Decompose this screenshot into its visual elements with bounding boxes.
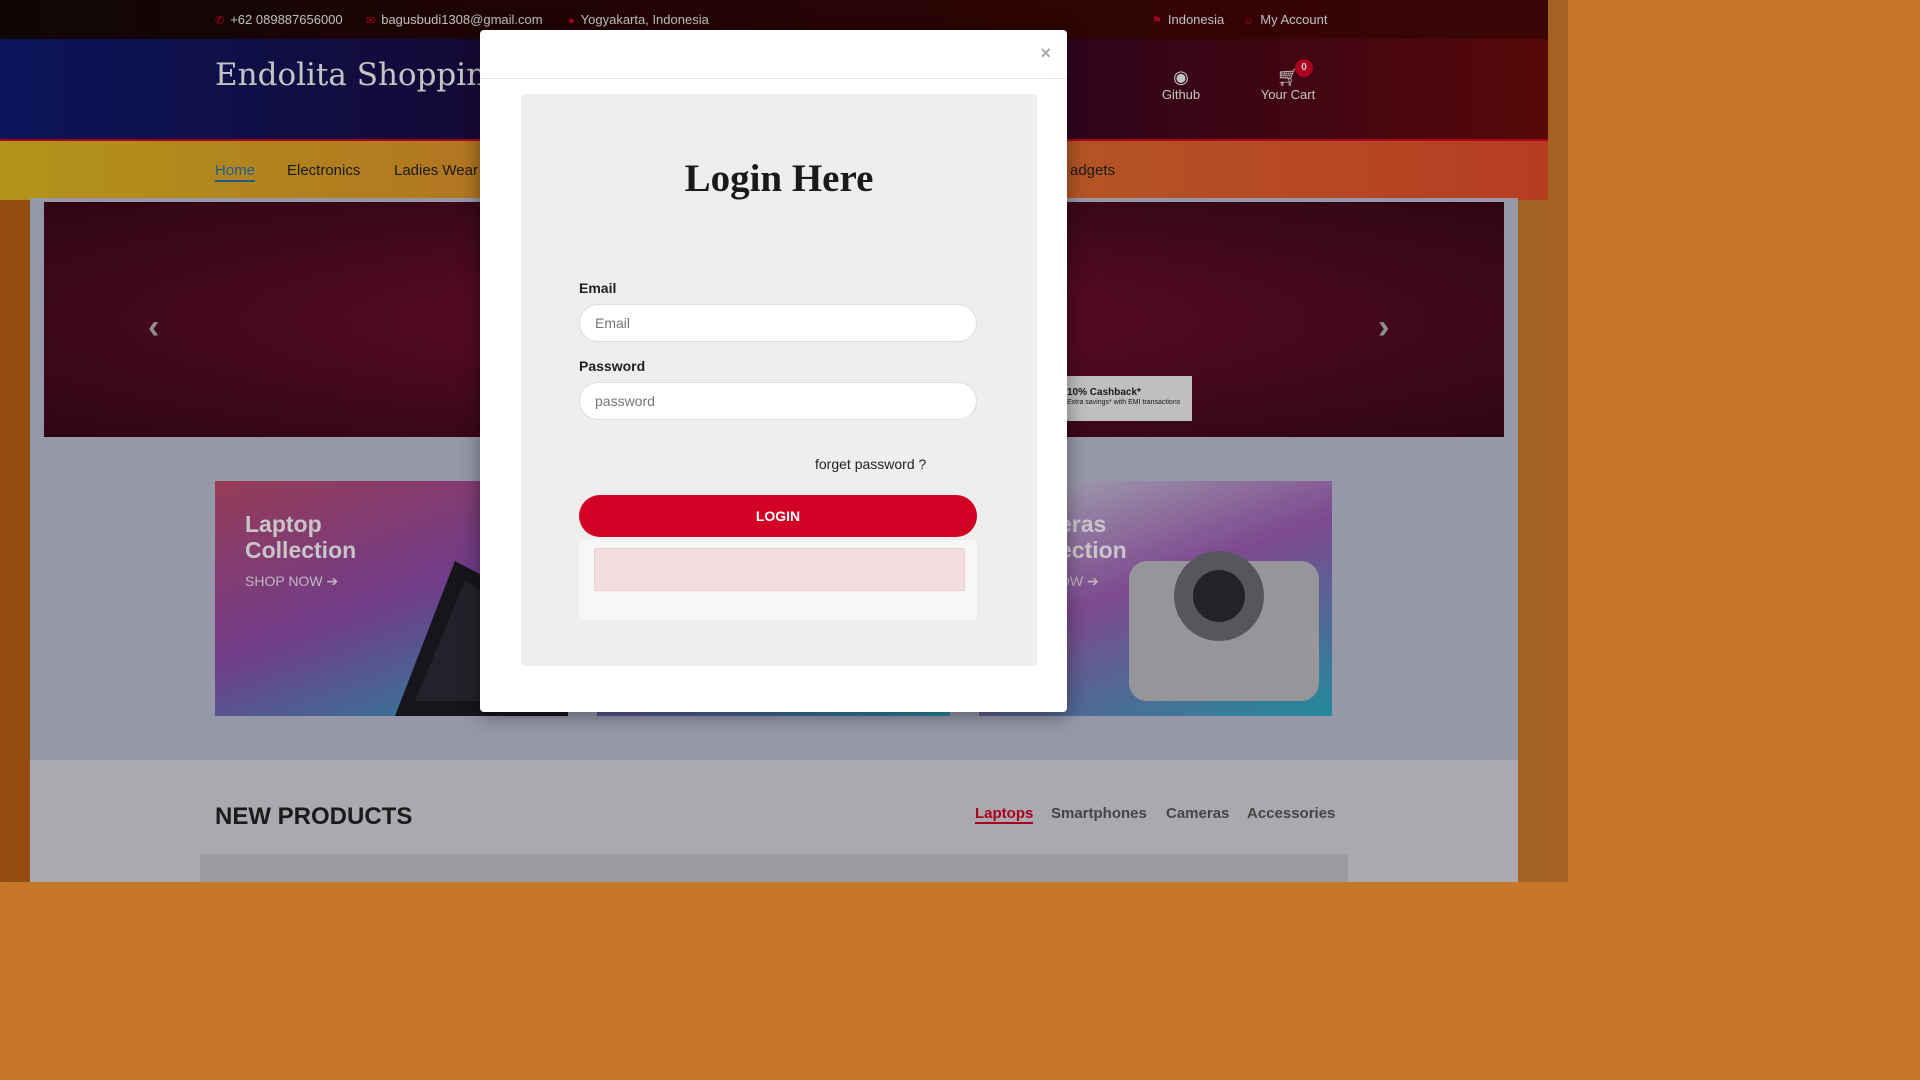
login-modal: × Login Here Email Password forget passw… xyxy=(480,30,1067,712)
login-form-panel: Login Here Email Password forget passwor… xyxy=(521,94,1037,666)
forgot-password-link[interactable]: forget password ? xyxy=(815,456,926,472)
password-input[interactable] xyxy=(579,382,977,420)
password-label: Password xyxy=(579,358,646,374)
login-button[interactable]: LOGIN xyxy=(579,495,977,537)
email-input[interactable] xyxy=(579,304,977,342)
login-title: Login Here xyxy=(684,157,874,200)
email-label: Email xyxy=(579,280,617,296)
modal-header: × xyxy=(480,30,1067,79)
close-button[interactable]: × xyxy=(1040,43,1051,64)
error-alert xyxy=(594,548,965,591)
message-area xyxy=(579,540,977,620)
